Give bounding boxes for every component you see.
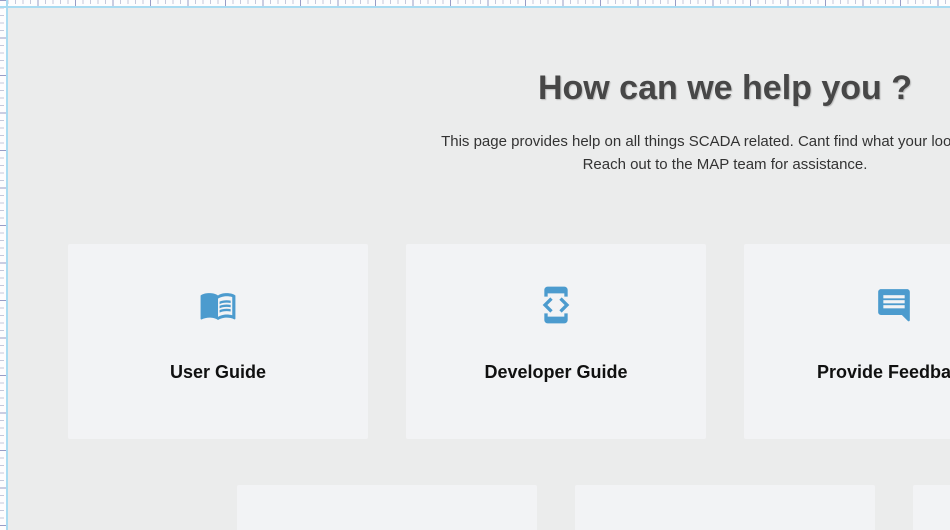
card-label-developer-guide: Developer Guide (484, 361, 627, 383)
scada-editor-canvas: How can we help you ? This page provides… (0, 0, 950, 530)
help-page: How can we help you ? This page provides… (8, 8, 950, 530)
page-subtitle: This page provides help on all things SC… (8, 130, 950, 176)
card-label-provide-feedback: Provide Feedback (817, 361, 950, 383)
page-subtitle-line-2: Reach out to the MAP team for assistance… (8, 153, 950, 176)
help-cards-row-2 (8, 485, 950, 530)
card-partial-1[interactable] (237, 485, 537, 530)
page-title: How can we help you ? (8, 67, 950, 109)
developer-mode-icon (536, 286, 576, 324)
vertical-guide-line (6, 0, 8, 530)
card-provide-feedback[interactable]: Provide Feedback (744, 244, 950, 439)
card-label-user-guide: User Guide (170, 361, 266, 383)
card-developer-guide[interactable]: Developer Guide (406, 244, 706, 439)
open-book-icon (197, 286, 239, 324)
card-partial-2[interactable] (575, 485, 875, 530)
feedback-bubble-icon (874, 286, 914, 324)
help-cards-row-1: User Guide Developer Guide (8, 244, 950, 439)
page-subtitle-line-1: This page provides help on all things SC… (8, 130, 950, 153)
card-partial-3[interactable] (913, 485, 950, 530)
card-user-guide[interactable]: User Guide (68, 244, 368, 439)
horizontal-guide-line (0, 6, 950, 8)
